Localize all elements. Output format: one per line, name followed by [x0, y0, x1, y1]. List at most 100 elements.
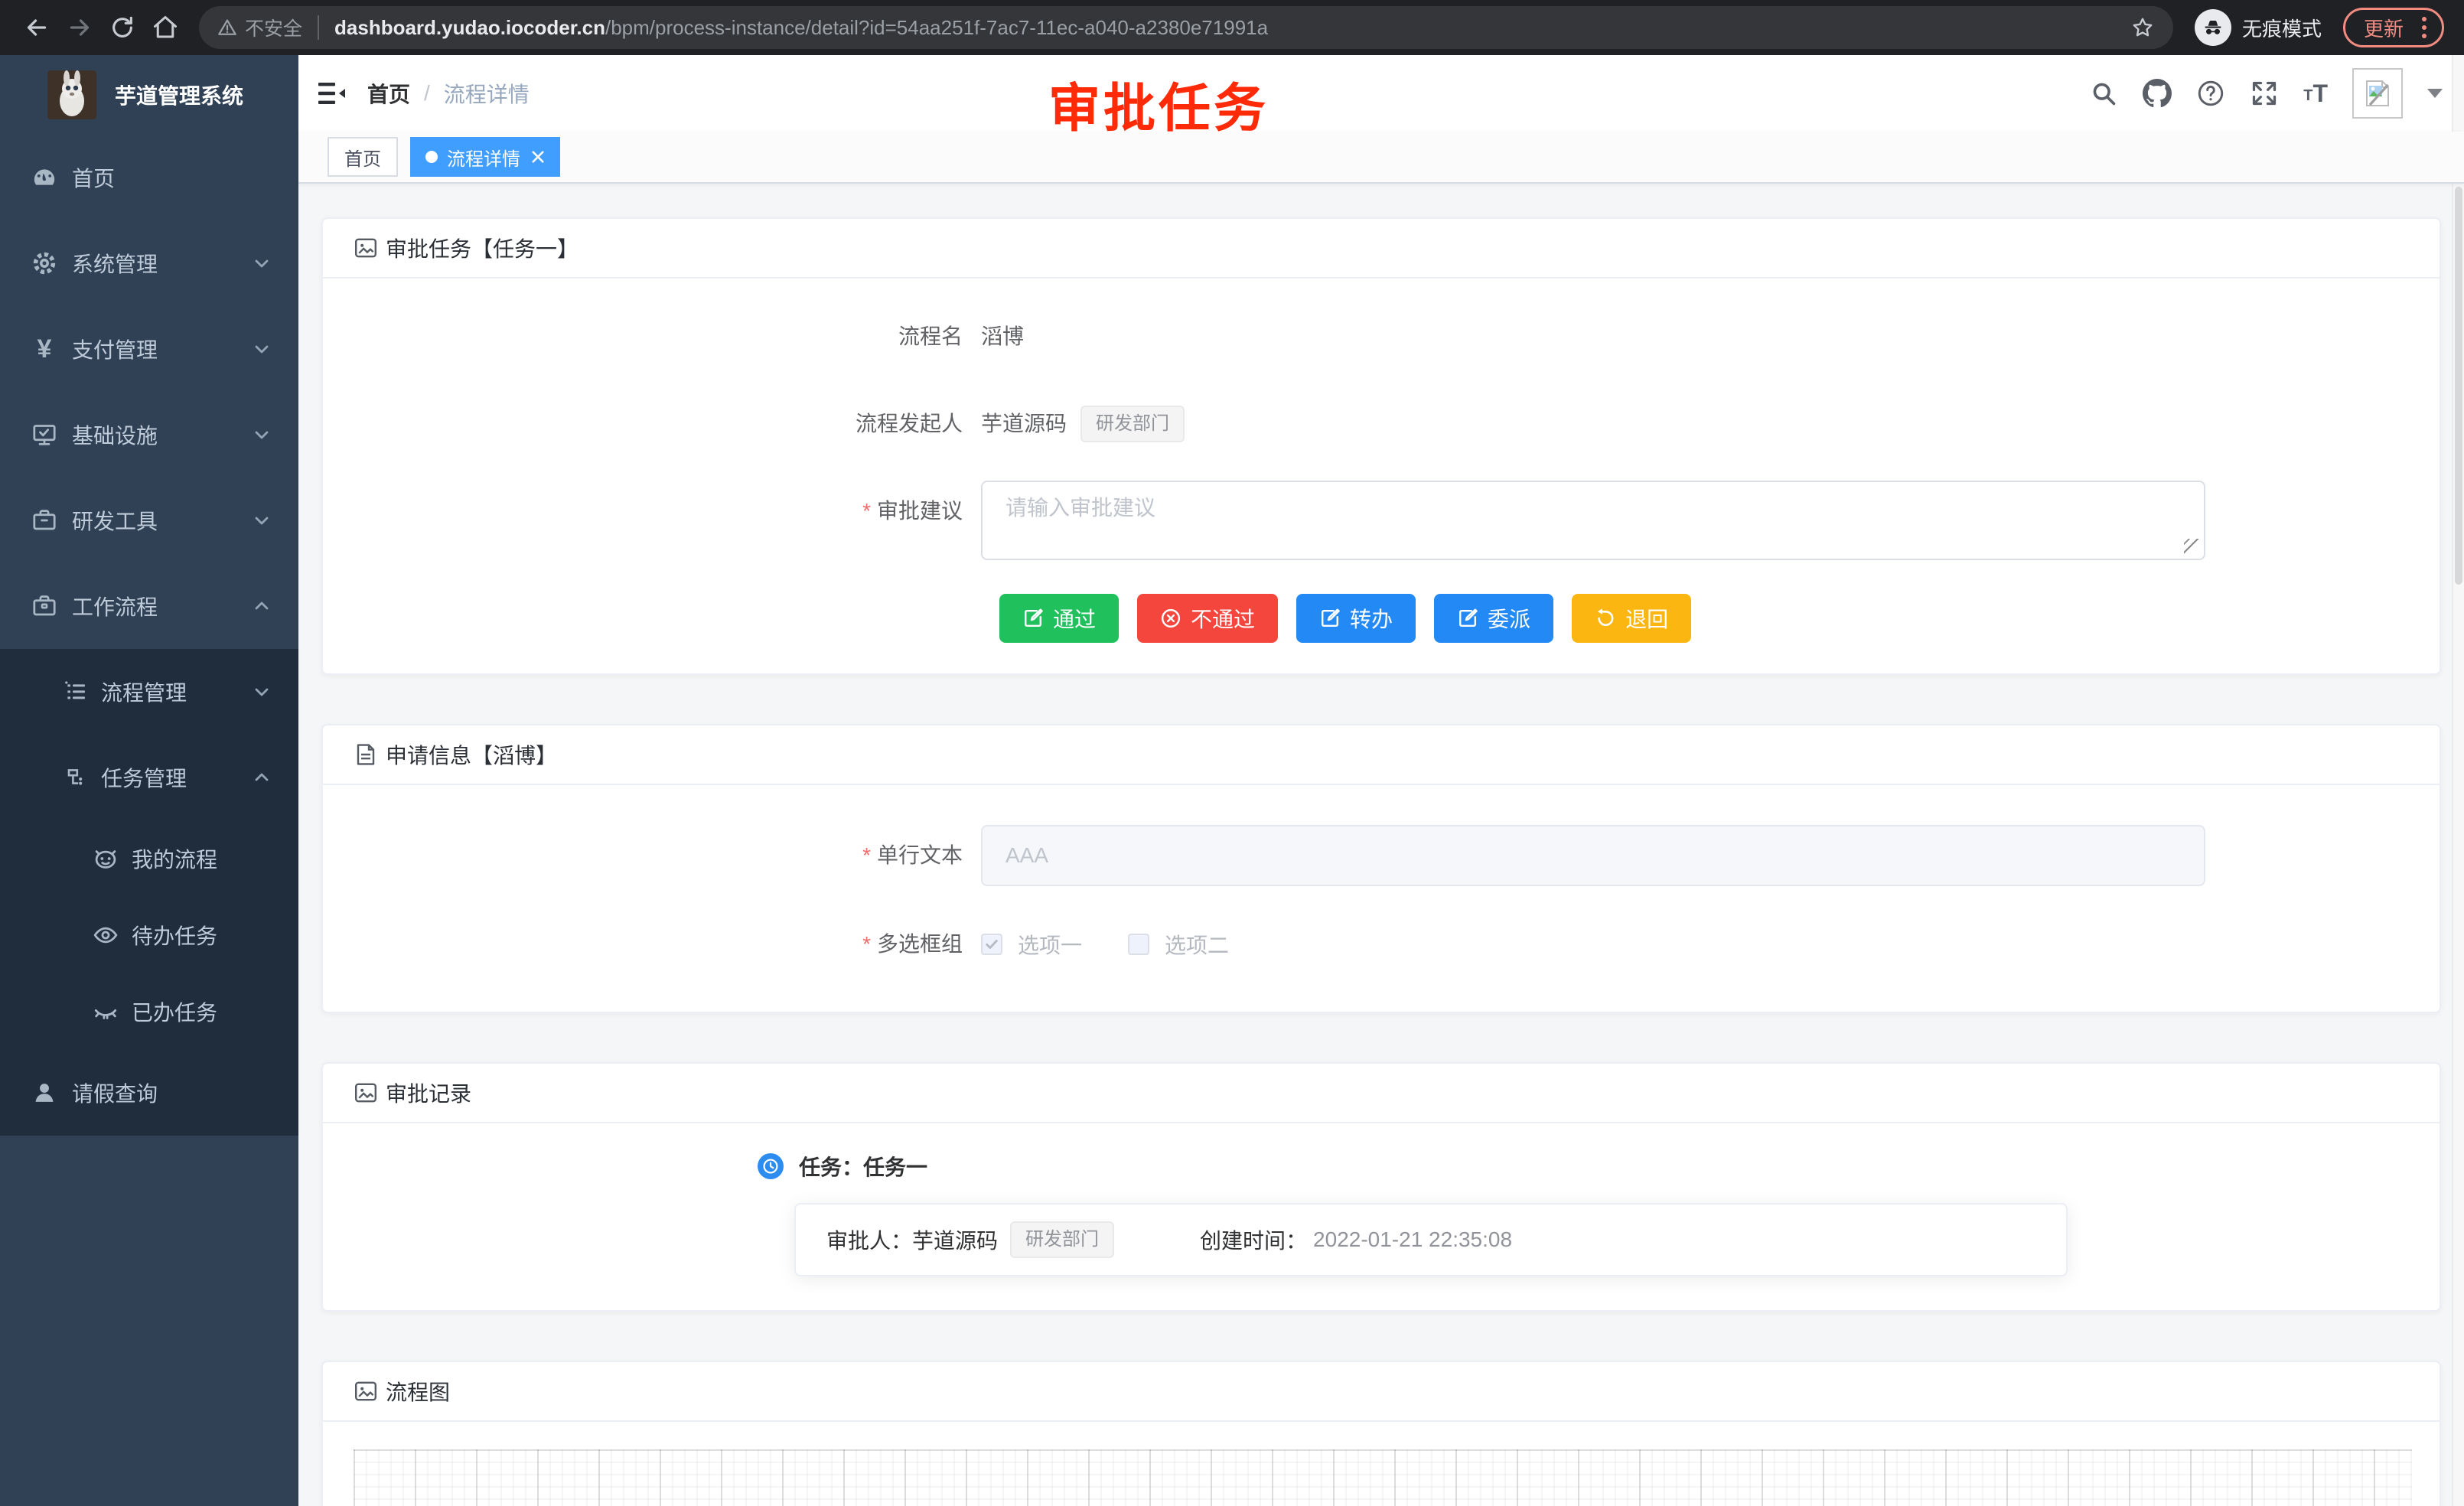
delegate-button[interactable]: 委派 [1434, 594, 1553, 643]
tab-process-detail[interactable]: 流程详情 [410, 137, 560, 177]
page-content: 审批任务【任务一】 流程名 滔博 流程发起人 芋道源码 研发部门 [298, 184, 2464, 1506]
sidebar-item-process-mgmt[interactable]: 流程管理 [0, 649, 298, 735]
fullscreen-icon[interactable] [2250, 79, 2279, 108]
approver-name: 芋道源码 [912, 1224, 998, 1255]
sidebar-item-label: 请假查询 [72, 1077, 158, 1108]
approver-label: 审批人： [826, 1224, 912, 1255]
return-button[interactable]: 退回 [1572, 594, 1691, 643]
sidebar-item-infra[interactable]: 基础设施 [0, 392, 298, 478]
font-size-icon[interactable]: TT [2303, 81, 2328, 106]
picture-icon [354, 1081, 378, 1105]
sidebar-item-label: 工作流程 [72, 591, 158, 621]
card-body: 流程名 滔博 流程发起人 芋道源码 研发部门 *审批建议 [323, 279, 2440, 673]
sidebar-item-label: 已办任务 [132, 996, 217, 1027]
sidebar-item-todo-tasks[interactable]: 待办任务 [0, 897, 298, 973]
card-header: 申请信息【滔博】 [323, 725, 2440, 785]
reject-button[interactable]: 不通过 [1137, 594, 1278, 643]
incognito-label: 无痕模式 [2242, 14, 2322, 42]
update-button[interactable]: 更新 [2343, 8, 2444, 47]
tab-label: 流程详情 [447, 144, 520, 171]
created-label: 创建时间： [1200, 1224, 1307, 1255]
sidebar-item-leave-query[interactable]: 请假查询 [0, 1050, 298, 1136]
avatar[interactable] [2352, 68, 2403, 119]
sidebar-item-label: 支付管理 [72, 334, 158, 364]
sidebar: 芋道管理系统 首页 系统管理 ¥ 支付管理 基础设施 [0, 55, 298, 1506]
screen: 不安全 dashboard.yudao.iocoder.cn/bpm/proce… [0, 0, 2464, 1506]
card-title: 流程图 [386, 1376, 450, 1407]
reload-icon[interactable] [101, 6, 144, 49]
sidebar-item-label: 流程管理 [101, 676, 187, 707]
scrollbar[interactable] [2452, 55, 2464, 1506]
breadcrumb-home[interactable]: 首页 [367, 78, 410, 109]
card-header: 审批任务【任务一】 [323, 219, 2440, 279]
form-row-initiator: 流程发起人 芋道源码 研发部门 [354, 393, 2409, 455]
tab-home[interactable]: 首页 [328, 137, 398, 177]
tags-view-bar: 首页 流程详情 [298, 132, 2464, 184]
search-icon[interactable] [2089, 79, 2118, 108]
home-icon[interactable] [144, 6, 187, 49]
forward-icon[interactable] [58, 6, 101, 49]
bookmark-star-icon[interactable] [2130, 15, 2155, 40]
sidebar-item-home[interactable]: 首页 [0, 135, 298, 220]
sidebar-item-label: 首页 [72, 162, 115, 193]
edit-icon [1022, 608, 1044, 629]
created-time: 2022-01-21 22:35:08 [1313, 1227, 1512, 1252]
checkbox-option2[interactable]: 选项二 [1128, 929, 1229, 960]
sidebar-item-done-tasks[interactable]: 已办任务 [0, 973, 298, 1050]
menu-kebab-icon[interactable] [2416, 17, 2433, 38]
url-bar[interactable]: 不安全 dashboard.yudao.iocoder.cn/bpm/proce… [199, 6, 2173, 49]
yen-icon: ¥ [31, 335, 58, 363]
scrollbar-thumb[interactable] [2455, 187, 2462, 585]
breadcrumb: 首页 / 流程详情 [367, 78, 530, 109]
sidebar-item-label: 任务管理 [101, 762, 187, 793]
chevron-down-icon [253, 425, 271, 444]
picture-icon [354, 236, 378, 260]
sidebar-item-workflow[interactable]: 工作流程 [0, 563, 298, 649]
sidebar-item-payment[interactable]: ¥ 支付管理 [0, 306, 298, 392]
app-title: 芋道管理系统 [115, 80, 243, 110]
card-body [323, 1422, 2440, 1506]
edit-icon [1457, 608, 1478, 629]
form-row-comment: *审批建议 请输入审批建议 [354, 481, 2409, 560]
checkbox-option1[interactable]: 选项一 [981, 929, 1082, 960]
picture-icon [354, 1379, 378, 1403]
sidebar-item-devtools[interactable]: 研发工具 [0, 478, 298, 563]
sidebar-item-label: 系统管理 [72, 248, 158, 279]
single-line-text-input[interactable] [981, 825, 2205, 886]
circle-x-icon [1160, 608, 1181, 629]
transfer-button[interactable]: 转办 [1296, 594, 1416, 643]
eye-open-icon [92, 921, 119, 949]
sidebar-item-task-mgmt[interactable]: 任务管理 [0, 735, 298, 820]
checkbox-label: 选项一 [1018, 929, 1082, 960]
sidebar-item-my-process[interactable]: 我的流程 [0, 820, 298, 897]
chevron-down-icon [253, 511, 271, 530]
form-row-checkbox: *多选框组 选项一 选项二 [354, 914, 2409, 975]
close-icon[interactable] [531, 150, 545, 164]
sidebar-item-label: 我的流程 [132, 843, 217, 874]
textarea-placeholder: 请输入审批建议 [1005, 496, 1155, 520]
app-logo[interactable]: 芋道管理系统 [0, 55, 298, 135]
checkbox-unchecked-icon [1128, 934, 1149, 955]
github-icon[interactable] [2143, 79, 2172, 108]
comment-textarea[interactable]: 请输入审批建议 [981, 481, 2205, 560]
monitor-icon [31, 421, 58, 448]
user-icon [31, 1079, 58, 1107]
approval-record-item: 审批人： 芋道源码 研发部门 创建时间： 2022-01-21 22:35:08 [794, 1203, 2068, 1276]
security-chip[interactable]: 不安全 [217, 14, 302, 41]
approve-button[interactable]: 通过 [999, 594, 1119, 643]
required-mark: * [862, 499, 871, 523]
red-annotation-text: 审批任务 [1048, 66, 1269, 142]
chevron-up-icon [253, 768, 271, 787]
sidebar-item-label: 基础设施 [72, 419, 158, 450]
sidebar-item-system[interactable]: 系统管理 [0, 220, 298, 306]
url-text: dashboard.yudao.iocoder.cn/bpm/process-i… [334, 16, 2118, 40]
resize-handle-icon[interactable] [2184, 539, 2199, 554]
card-body: 任务：任务一 审批人： 芋道源码 研发部门 创建时间： 2022-01-21 2… [323, 1123, 2440, 1310]
sidebar-collapse-icon[interactable] [318, 81, 346, 106]
list-tree-icon [63, 678, 90, 706]
avatar-caret-icon[interactable] [2427, 89, 2443, 98]
help-icon[interactable] [2196, 79, 2225, 108]
back-icon[interactable] [15, 6, 58, 49]
bpmn-grid-canvas[interactable] [354, 1449, 2412, 1506]
field-label: *多选框组 [354, 914, 981, 975]
